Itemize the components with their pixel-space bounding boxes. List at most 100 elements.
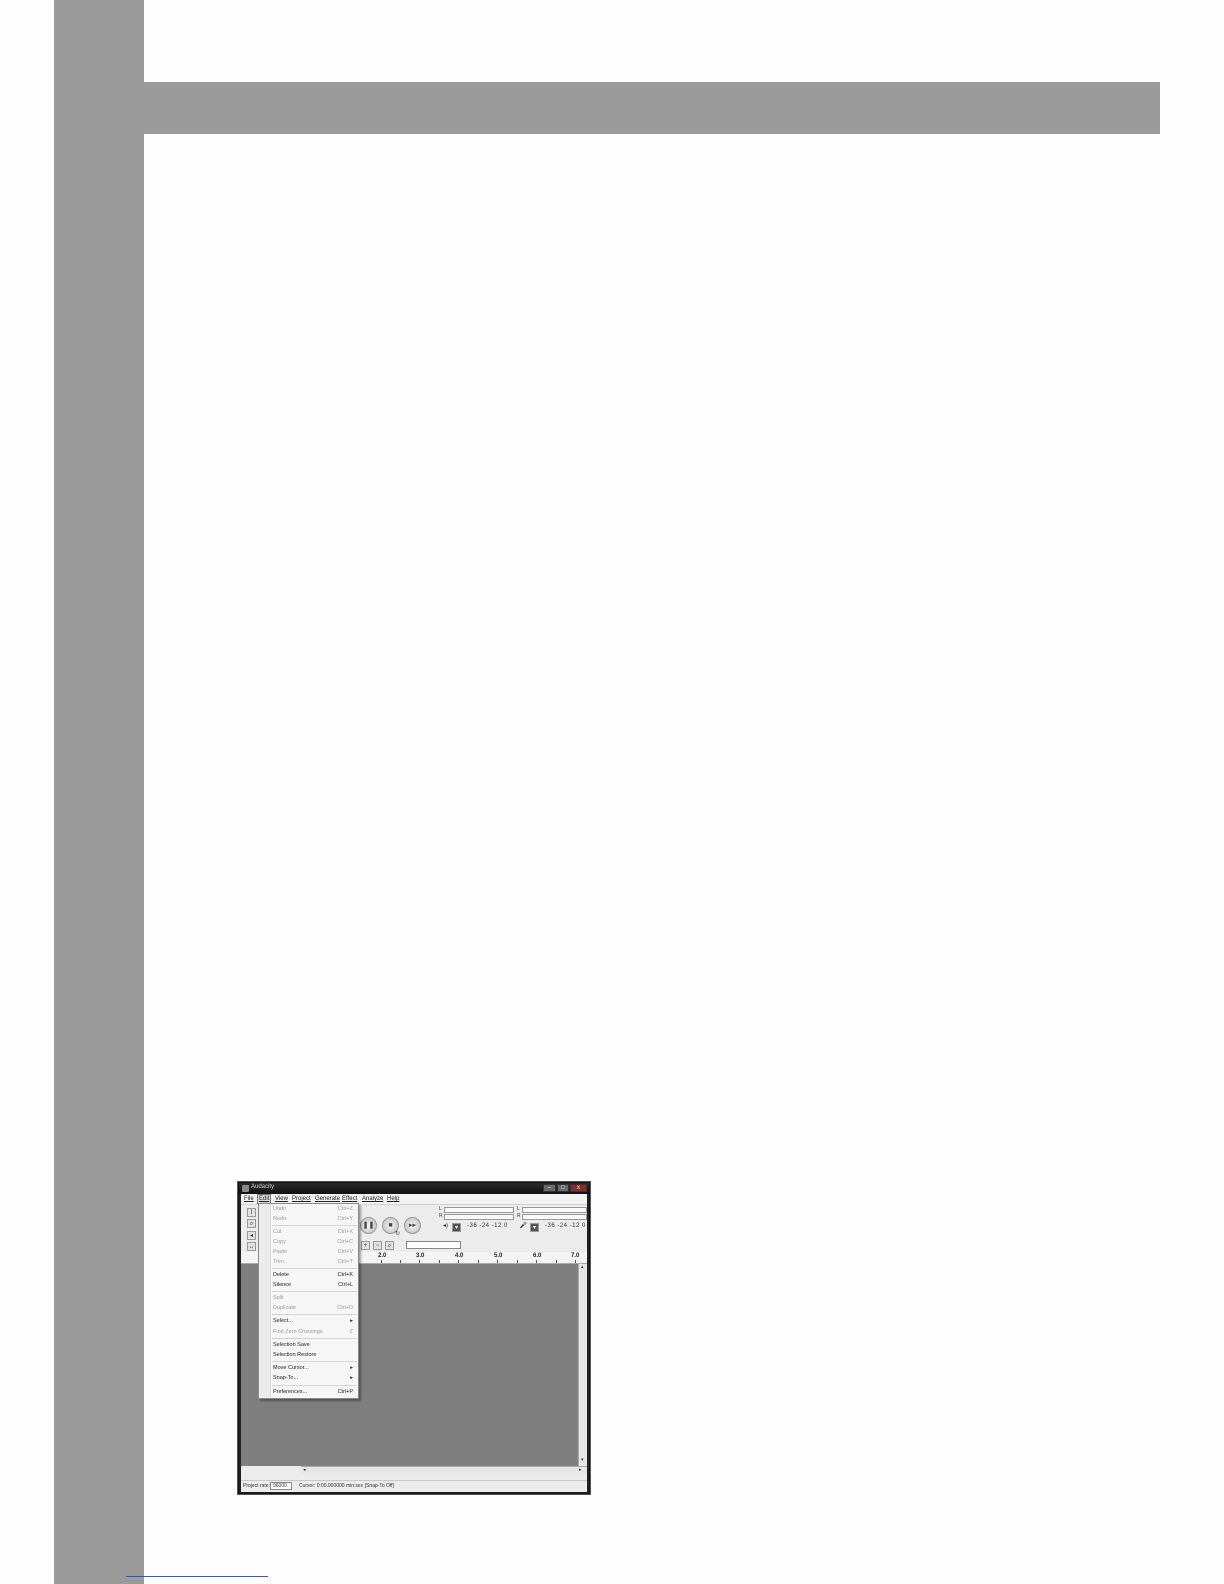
menu-separator [272,1225,357,1226]
menu-item-label: Copy [273,1239,286,1245]
menu-item-shortcut: Ctrl+Z [337,1206,353,1212]
menu-item-label: Silence [273,1282,292,1288]
output-speaker-icon: ◂) [442,1223,448,1229]
edit-menu-item[interactable]: Move Cursor... ▸ [273,1365,357,1373]
menu-item-label: Delete [273,1272,289,1278]
edit-menu-dropdown: Undo Ctrl+Z Redo Ctrl+Y Cut Ctrl+X Copy Ctrl+C P… [258,1203,359,1399]
speaker-icon: ◂ [247,1231,256,1240]
input-db-scale: -36 -24 -12 0 [545,1223,586,1229]
edit-menu-item[interactable]: Split [273,1295,357,1303]
menu-item-label: Paste [273,1249,288,1255]
menu-item-shortcut: Ctrl+D [337,1305,353,1311]
edit-menu-item[interactable]: Preferences... Ctrl+P [273,1389,357,1397]
menu-item-shortcut: Ctrl+X [337,1229,353,1235]
menu-separator [272,1314,357,1315]
menu-item-label: Snap-To... [273,1375,299,1381]
horizontal-scrollbar[interactable]: ◂ ▸ [301,1466,587,1474]
edit-menu-item[interactable]: Undo Ctrl+Z [273,1206,357,1214]
menu-item-label: Duplicate [273,1305,296,1311]
edit-menu-item[interactable]: Trim Ctrl+T [273,1259,357,1267]
menu-item-shortcut: Ctrl+C [337,1239,353,1245]
microphone-icon: 🎤 [519,1223,528,1229]
edit-menu-item[interactable]: Cut Ctrl+X [273,1229,357,1237]
input-meter-right [522,1214,587,1220]
meter-in-left-label: L [517,1206,520,1212]
menu-help[interactable]: Help [387,1196,399,1202]
output-meter-dropdown-icon[interactable]: ▾ [452,1223,461,1232]
meter-in-right-label: R [517,1213,521,1219]
scroll-left-icon[interactable]: ◂ [303,1467,306,1473]
device-select[interactable] [406,1241,461,1249]
menu-separator [272,1268,357,1269]
menu-item-label: Trim [273,1259,284,1265]
edit-menu-item[interactable]: Select... ▸ [273,1318,357,1326]
edit-menu-item[interactable]: Find Zero Crossings Z [273,1329,357,1337]
cursor-status: Cursor: 0:00.000000 min:sec [Snap-To Off… [299,1483,394,1489]
fit-zoom-icon[interactable]: ⌕ [385,1241,394,1250]
menu-item-label: Find Zero Crossings [273,1329,323,1335]
meter-out-left-label: L [439,1206,442,1212]
edit-menu-item[interactable]: Duplicate Ctrl+D [273,1305,357,1313]
input-meter-dropdown-icon[interactable]: ▾ [530,1223,539,1232]
maximize-button[interactable]: □ [557,1184,569,1192]
status-bar: Project rate: 96000 Cursor: 0:00.000000 … [241,1480,587,1492]
input-meter-left [522,1207,587,1213]
zoom-out-icon[interactable]: − [373,1241,382,1250]
minimize-button[interactable]: – [543,1184,556,1192]
menu-separator [272,1361,357,1362]
menu-item-label: Redo [273,1216,287,1222]
menu-generate[interactable]: Generate [315,1196,340,1202]
title-bar: Audacity – □ x [239,1183,589,1194]
output-meter-right [444,1214,514,1220]
menu-item-shortcut: ▸ [350,1318,353,1324]
edit-menu-item[interactable]: Silence Ctrl+L [273,1282,357,1290]
edit-menu-item[interactable]: Delete Ctrl+K [273,1272,357,1280]
menu-view[interactable]: View [275,1196,288,1202]
timeshift-tool-icon[interactable]: ↔ [247,1242,256,1251]
zoom-in-icon[interactable]: + [361,1241,370,1250]
edit-menu-item[interactable]: Snap-To... ▸ [273,1375,357,1383]
edit-menu-item[interactable]: Selection Save [273,1342,357,1350]
redo-icon[interactable]: ↻ [393,1230,402,1239]
scroll-up-icon[interactable]: ▴ [581,1264,584,1270]
menu-item-shortcut: Ctrl+Y [337,1216,353,1222]
menu-item-label: Cut [273,1229,282,1235]
menu-item-shortcut: Ctrl+V [337,1249,353,1255]
menu-separator [272,1338,357,1339]
selection-tool-icon[interactable]: I [247,1208,256,1217]
edit-menu-item[interactable]: Copy Ctrl+C [273,1239,357,1247]
edit-menu-item[interactable]: Redo Ctrl+Y [273,1216,357,1224]
ruler-tick-label: 5.0 [494,1253,503,1259]
edit-menu-item[interactable]: Selection Restore [273,1352,357,1360]
footnote-rule [126,1576,268,1577]
menu-item-label: Selection Save [273,1342,310,1348]
menu-file[interactable]: File [244,1196,254,1202]
menu-item-shortcut: Ctrl+L [338,1282,353,1288]
output-db-scale: -36 -24 -12 0 [467,1223,508,1229]
page-side-bar [54,0,144,1584]
pause-button[interactable]: ❚❚ [360,1217,377,1234]
menu-project[interactable]: Project [292,1196,311,1202]
menu-analyze[interactable]: Analyze [362,1196,383,1202]
scroll-down-icon[interactable]: ▾ [581,1457,584,1463]
project-rate-input[interactable]: 96000 [270,1482,292,1490]
meter-out-right-label: R [439,1213,443,1219]
zoom-tool-icon[interactable]: ⌕ [247,1219,256,1228]
menu-item-shortcut: Ctrl+T [337,1259,353,1265]
app-icon [242,1185,249,1192]
close-button[interactable]: x [570,1184,587,1192]
menu-effect[interactable]: Effect [342,1196,357,1202]
output-meter-left [444,1207,514,1213]
menu-item-label: Selection Restore [273,1352,317,1358]
menu-item-label: Select... [273,1318,293,1324]
menu-item-shortcut: Ctrl+K [337,1272,353,1278]
scroll-right-icon[interactable]: ▸ [579,1467,582,1473]
vertical-scrollbar[interactable]: ▴ ▾ [578,1264,587,1466]
skip-end-button[interactable]: ▸▸ [404,1217,421,1234]
menu-separator [272,1291,357,1292]
edit-menu-item[interactable]: Paste Ctrl+V [273,1249,357,1257]
project-rate-label: Project rate: [243,1483,270,1489]
page-header-band [144,82,1160,134]
menu-item-label: Preferences... [273,1389,308,1395]
ruler-tick-label: 6.0 [533,1253,542,1259]
